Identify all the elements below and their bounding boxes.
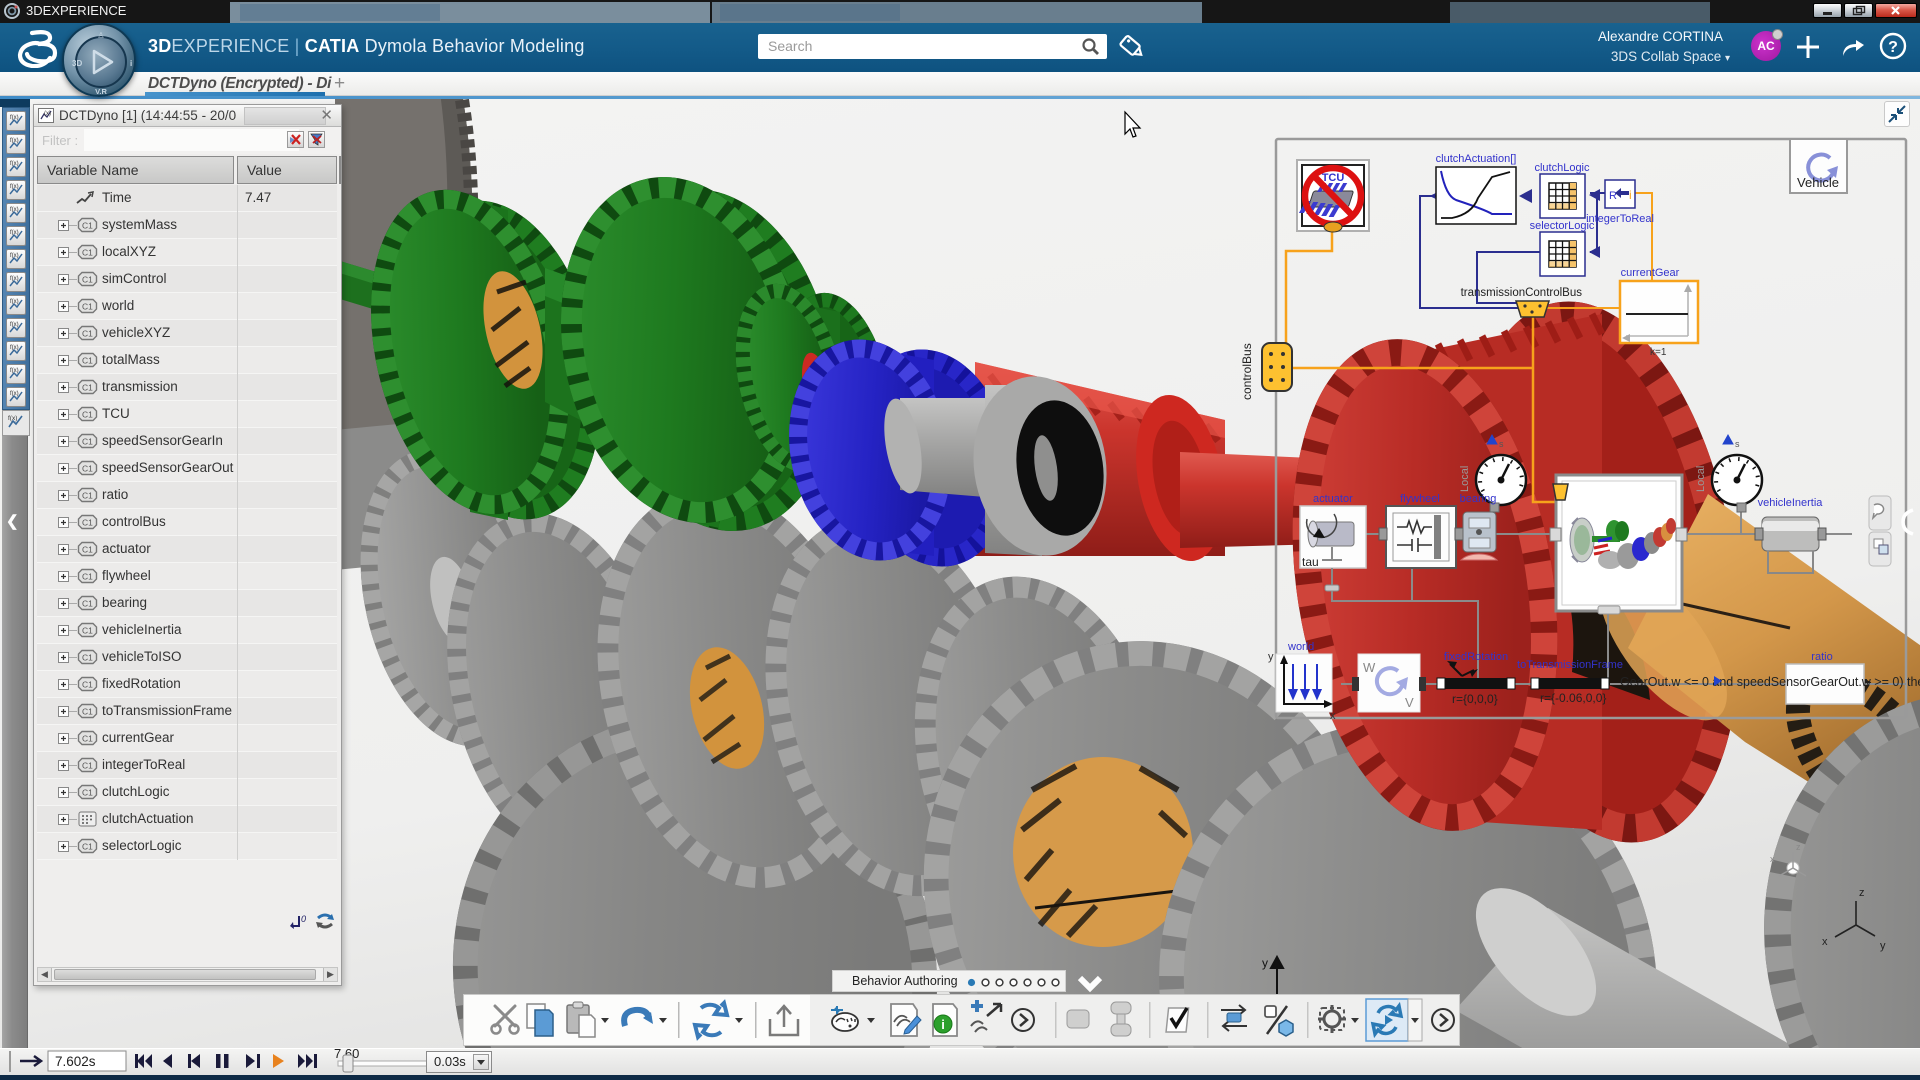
svg-text:W: W (1363, 660, 1376, 675)
svg-text:V: V (1405, 695, 1414, 710)
svg-text:x: x (1330, 710, 1336, 722)
svg-text:f(x): f(x) (10, 299, 19, 305)
svg-text:C1: C1 (82, 491, 93, 501)
svg-text:C1: C1 (82, 653, 93, 663)
svg-text:tau: tau (1302, 555, 1319, 569)
svg-text:fixedRotation: fixedRotation (1444, 651, 1508, 663)
svg-text:world: world (1287, 641, 1314, 653)
svg-text:C1: C1 (82, 221, 93, 231)
svg-text:C1: C1 (82, 572, 93, 582)
svg-text:r={0,0,0}: r={0,0,0} (1452, 692, 1498, 706)
svg-text:f(x): f(x) (10, 138, 19, 144)
svg-text:Local: Local (1459, 466, 1471, 492)
svg-text:C1: C1 (82, 680, 93, 690)
svg-text:f(x): f(x) (10, 115, 19, 121)
svg-text:f(x): f(x) (10, 368, 19, 374)
svg-text:f(x): f(x) (10, 345, 19, 351)
svg-text:C1: C1 (82, 383, 93, 393)
svg-text:0: 0 (301, 914, 306, 924)
svg-text:3D: 3D (72, 59, 82, 68)
svg-text:C1: C1 (82, 734, 93, 744)
svg-text:y: y (1268, 651, 1274, 663)
svg-text:i: i (1629, 188, 1632, 202)
svg-text:f(x): f(x) (10, 161, 19, 167)
svg-text:V.R: V.R (95, 87, 107, 96)
svg-text:7.602s: 7.602s (55, 1054, 96, 1069)
svg-text:k=1: k=1 (1650, 347, 1667, 358)
svg-text:clutchActuation[]: clutchActuation[] (1436, 153, 1517, 165)
svg-text:toTransmissionFrame: toTransmissionFrame (1517, 659, 1623, 671)
svg-text:C1: C1 (82, 410, 93, 420)
svg-text:r={-0.06,0,0}: r={-0.06,0,0} (1540, 691, 1606, 705)
svg-text:s: s (1735, 439, 1740, 449)
svg-text:controlBus: controlBus (1240, 343, 1254, 400)
svg-text:f(x): f(x) (8, 415, 17, 422)
svg-text:integerToReal: integerToReal (1586, 213, 1654, 225)
svg-text:flywheel: flywheel (1400, 493, 1440, 505)
svg-text:C1: C1 (82, 329, 93, 339)
svg-text:C1: C1 (82, 302, 93, 312)
svg-text:f(x): f(x) (10, 322, 19, 328)
svg-text:transmissionControlBus: transmissionControlBus (1461, 287, 1583, 299)
svg-text:R: R (1609, 190, 1617, 202)
svg-text:♙: ♙ (97, 31, 104, 40)
svg-text:C1: C1 (82, 356, 93, 366)
svg-text:C1: C1 (82, 518, 93, 528)
svg-text:f(x): f(x) (10, 391, 19, 397)
svg-text:clutchLogic: clutchLogic (1534, 162, 1590, 174)
svg-text:i: i (130, 59, 132, 68)
svg-text:?: ? (1888, 39, 1898, 56)
svg-text:vehicleInertia: vehicleInertia (1758, 497, 1824, 509)
svg-text:C1: C1 (82, 599, 93, 609)
svg-text:C1: C1 (82, 545, 93, 555)
svg-text:f(x): f(x) (10, 230, 19, 236)
svg-text:f(x): f(x) (10, 276, 19, 282)
svg-text:Local: Local (1695, 466, 1707, 492)
svg-text:C1: C1 (82, 707, 93, 717)
svg-text:C1: C1 (82, 626, 93, 636)
svg-text:TCU: TCU (1322, 172, 1345, 184)
svg-text:i: i (941, 1017, 945, 1032)
svg-text:ratio: ratio (1811, 651, 1832, 663)
svg-text:GearOut.w <= 0 and speedSensor: GearOut.w <= 0 and speedSensorGearOut.w … (1620, 675, 1920, 689)
svg-text:Vehicle: Vehicle (1797, 175, 1839, 190)
svg-text:f(x): f(x) (10, 184, 19, 190)
svg-text:C1: C1 (82, 275, 93, 285)
svg-text:C1: C1 (82, 464, 93, 474)
svg-text:C1: C1 (82, 761, 93, 771)
svg-text:actuator: actuator (1313, 493, 1353, 505)
svg-text:bearing: bearing (1460, 493, 1497, 505)
svg-text:C1: C1 (82, 788, 93, 798)
svg-text:f(x): f(x) (10, 207, 19, 213)
svg-text:C1: C1 (82, 248, 93, 258)
svg-text:(x): (x) (44, 111, 51, 117)
svg-text:s: s (1499, 439, 1504, 449)
svg-text:f(x): f(x) (10, 253, 19, 259)
svg-text:C1: C1 (82, 842, 93, 852)
svg-text:currentGear: currentGear (1621, 267, 1680, 279)
svg-text:C1: C1 (82, 437, 93, 447)
